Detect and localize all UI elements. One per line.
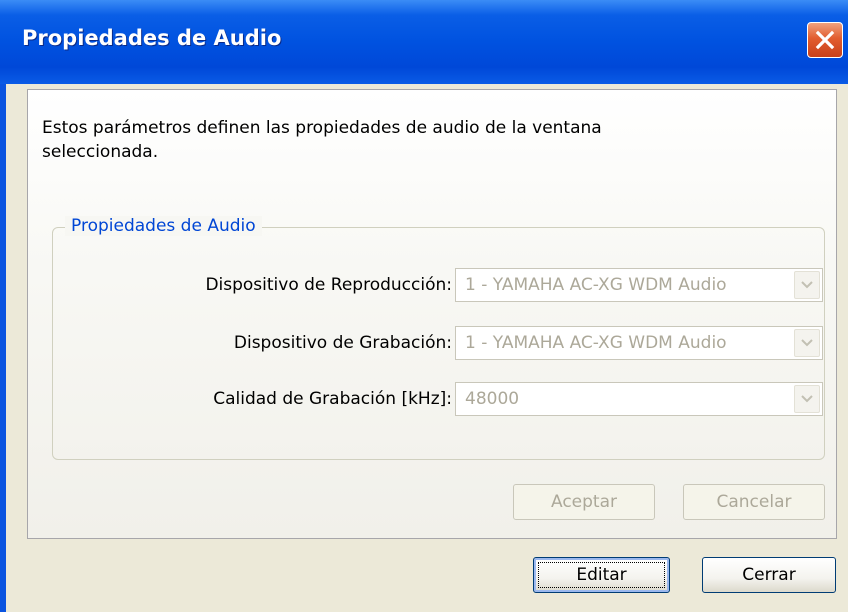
recording-device-value: 1 - YAMAHA AC-XG WDM Audio: [465, 333, 727, 353]
description-text: Estos parámetros definen las propiedades…: [42, 118, 602, 162]
window-title: Propiedades de Audio: [22, 26, 282, 50]
recording-quality-label: Calidad de Grabación [kHz]:: [213, 389, 452, 409]
close-x-icon: [815, 30, 835, 50]
title-bar[interactable]: Propiedades de Audio: [0, 0, 848, 84]
audio-properties-panel: Estos parámetros definen las propiedades…: [27, 89, 837, 539]
chevron-down-icon: [801, 339, 813, 347]
playback-device-select[interactable]: 1 - YAMAHA AC-XG WDM Audio: [455, 268, 823, 302]
chevron-down-icon: [801, 281, 813, 289]
playback-dropdown-button[interactable]: [794, 271, 820, 299]
close-dialog-button-label: Cerrar: [742, 565, 796, 585]
recording-dropdown-button[interactable]: [794, 329, 820, 357]
group-title: Propiedades de Audio: [65, 216, 262, 236]
playback-device-label: Dispositivo de Reproducción:: [205, 275, 452, 295]
chevron-down-icon: [801, 395, 813, 403]
playback-device-value: 1 - YAMAHA AC-XG WDM Audio: [465, 275, 727, 295]
recording-device-select[interactable]: 1 - YAMAHA AC-XG WDM Audio: [455, 326, 823, 360]
dialog-window: Propiedades de Audio Estos parámetros de…: [0, 0, 848, 612]
close-dialog-button[interactable]: Cerrar: [702, 557, 836, 593]
cancel-button[interactable]: Cancelar: [683, 484, 825, 520]
focus-indicator: [538, 562, 665, 588]
recording-quality-value: 48000: [465, 389, 520, 409]
close-button[interactable]: [807, 22, 843, 58]
accept-button[interactable]: Aceptar: [513, 484, 655, 520]
recording-device-label: Dispositivo de Grabación:: [233, 333, 452, 353]
recording-quality-select[interactable]: 48000: [455, 382, 823, 416]
edit-button[interactable]: Editar: [533, 557, 670, 593]
quality-dropdown-button[interactable]: [794, 385, 820, 413]
audio-properties-group: Propiedades de Audio Dispositivo de Repr…: [52, 216, 825, 460]
